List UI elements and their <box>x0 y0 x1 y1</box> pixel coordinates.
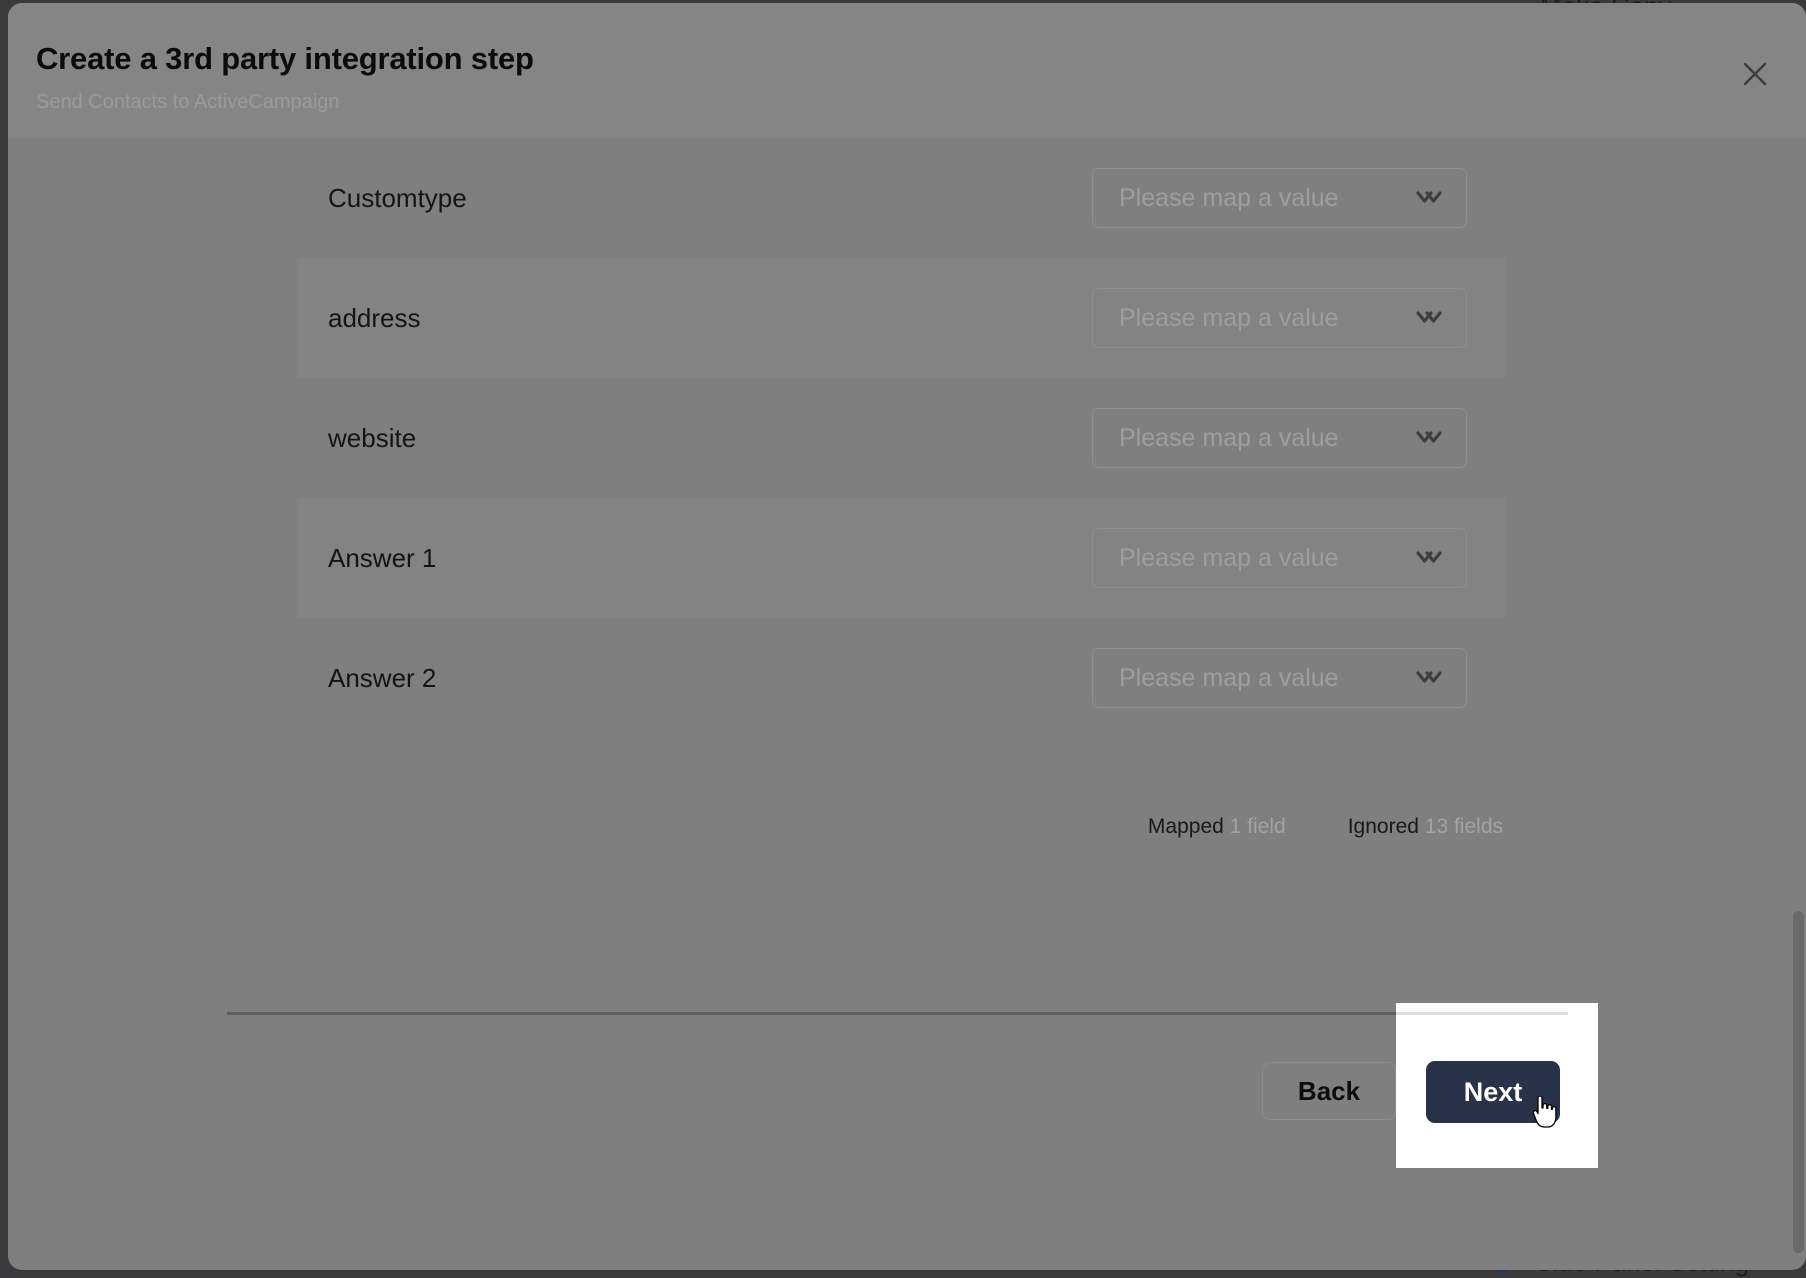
select-placeholder: Please map a value <box>1119 544 1339 573</box>
map-value-select-answer-1[interactable]: Please map a value <box>1092 528 1467 588</box>
chevron-double-down-icon <box>1415 188 1443 208</box>
footer-divider <box>227 1012 1576 1015</box>
page-title: Create a 3rd party integration step <box>36 41 534 77</box>
footer-divider-segment <box>1396 1012 1568 1015</box>
select-placeholder: Please map a value <box>1119 304 1339 333</box>
field-label: address <box>328 303 421 334</box>
chevron-double-down-icon <box>1415 548 1443 568</box>
ignored-stat: Ignored 13 fields <box>1348 815 1503 839</box>
next-button[interactable]: Next <box>1426 1061 1560 1123</box>
modal-subtitle: Send Contacts to ActiveCampaign <box>36 91 340 114</box>
field-label: website <box>328 423 416 454</box>
map-value-select-address[interactable]: Please map a value <box>1092 288 1467 348</box>
select-placeholder: Please map a value <box>1119 664 1339 693</box>
select-placeholder: Please map a value <box>1119 424 1339 453</box>
field-label: Answer 1 <box>328 543 436 574</box>
chevron-double-down-icon <box>1415 428 1443 448</box>
scrollbar[interactable] <box>1792 3 1806 1270</box>
map-value-select-customtype[interactable]: Please map a value <box>1092 168 1467 228</box>
back-button[interactable]: Back <box>1262 1062 1396 1120</box>
table-row: website Please map a value <box>8 378 1806 498</box>
mapped-label: Mapped <box>1148 815 1224 838</box>
scrollbar-thumb[interactable] <box>1793 911 1804 1253</box>
modal-header: Create a 3rd party integration step Send… <box>8 3 1806 138</box>
mapped-stat: Mapped 1 field <box>1148 815 1286 839</box>
field-label: Answer 2 <box>328 663 436 694</box>
select-placeholder: Please map a value <box>1119 184 1339 213</box>
field-mapping-list: Customtype Please map a value address Pl… <box>8 138 1806 873</box>
table-row: Customtype Please map a value <box>8 138 1806 258</box>
mapped-value: 1 field <box>1230 815 1286 838</box>
ignored-label: Ignored <box>1348 815 1419 838</box>
close-icon[interactable] <box>1736 55 1774 93</box>
table-row: Answer 2 Please map a value <box>8 618 1806 738</box>
field-label: Customtype <box>328 183 467 214</box>
chevron-double-down-icon <box>1415 668 1443 688</box>
chevron-double-down-icon <box>1415 308 1443 328</box>
map-value-select-website[interactable]: Please map a value <box>1092 408 1467 468</box>
map-value-select-answer-2[interactable]: Please map a value <box>1092 648 1467 708</box>
ignored-value: 13 fields <box>1425 815 1503 838</box>
table-row: Answer 1 Please map a value <box>8 498 1806 618</box>
mapping-summary: Mapped 1 field Ignored 13 fields <box>1148 815 1503 839</box>
table-row: address Please map a value <box>8 258 1806 378</box>
next-button-spotlight: Next <box>1396 1003 1598 1168</box>
